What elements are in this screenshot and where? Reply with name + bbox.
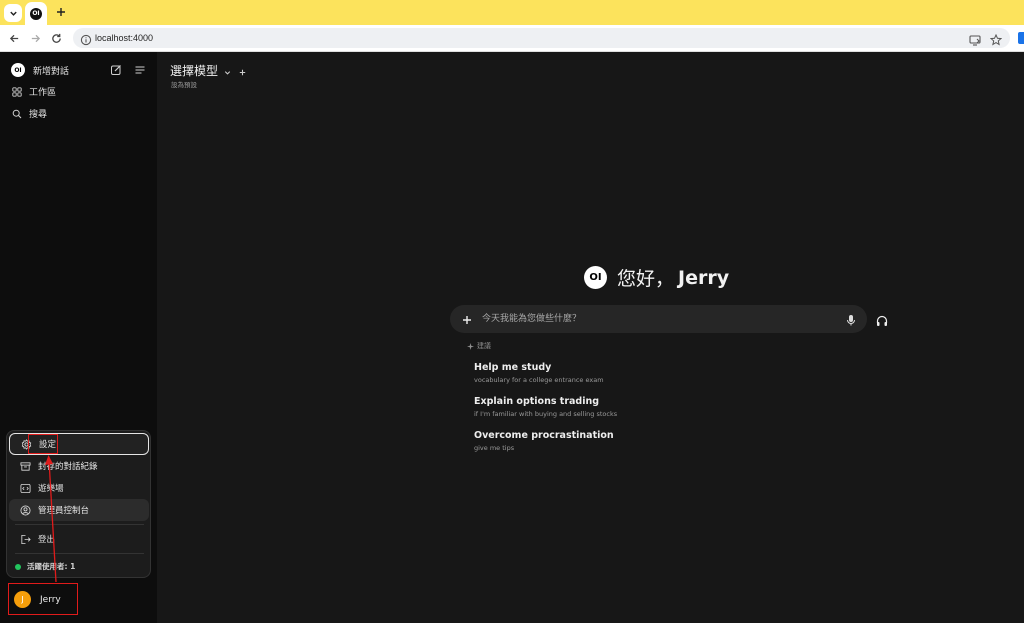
- annotation-settings-highlight: [28, 434, 58, 454]
- suggestion-title: Explain options trading: [474, 396, 600, 407]
- model-selector-label: 選擇模型: [170, 64, 219, 78]
- search-icon: [12, 109, 22, 119]
- suggested-label: 建議: [477, 342, 491, 350]
- browser-tab[interactable]: OI: [25, 2, 47, 25]
- workspace-grid-icon: [12, 86, 22, 97]
- suggestion-subtitle: if I'm familiar with buying and selling …: [474, 410, 618, 418]
- archive-box-icon: [19, 460, 31, 472]
- attach-plus-icon[interactable]: [460, 312, 474, 326]
- admin-label: 管理員控制台: [38, 506, 90, 516]
- url-text: localhost:4000: [95, 33, 154, 43]
- chat-input-placeholder: 今天我能為您做些什麼？: [482, 314, 582, 324]
- new-chat-button[interactable]: OI 新增對話: [11, 63, 69, 77]
- active-users-status: 活躍使用者: 1: [15, 561, 75, 572]
- greeting-name: Jerry: [678, 266, 730, 289]
- model-selector[interactable]: 選擇模型: [170, 62, 247, 79]
- headphones-icon[interactable]: [875, 313, 889, 327]
- address-bar[interactable]: localhost:4000: [73, 28, 1010, 48]
- sparkle-icon: [467, 342, 474, 350]
- browser-tab-bar: OI: [0, 0, 1024, 25]
- edit-compose-icon[interactable]: [109, 63, 123, 77]
- menu-item-playground[interactable]: 遊樂場: [9, 477, 149, 499]
- greeting: OI 您好， Jerry: [584, 264, 729, 291]
- suggestion-item[interactable]: Help me study vocabulary for a college e…: [474, 362, 604, 384]
- logout-icon: [19, 533, 31, 545]
- menu-item-admin-panel[interactable]: 管理員控制台: [9, 499, 149, 521]
- menu-divider: [15, 524, 144, 525]
- greeting-text: 您好，: [617, 268, 675, 290]
- forward-arrow-icon[interactable]: [26, 29, 44, 47]
- suggestion-item[interactable]: Overcome procrastination give me tips: [474, 430, 614, 452]
- code-window-icon: [19, 482, 31, 494]
- suggestion-title: Help me study: [474, 362, 552, 373]
- greeting-logo-icon: OI: [584, 266, 607, 289]
- set-default-link[interactable]: 設為預設: [171, 79, 197, 89]
- microphone-icon[interactable]: [844, 312, 858, 326]
- app-logo-icon: OI: [11, 63, 25, 77]
- suggested-header: 建議: [467, 341, 491, 351]
- chat-input[interactable]: 今天我能為您做些什麼？: [450, 305, 867, 333]
- archived-label: 封存的對話紀錄: [38, 462, 98, 472]
- extension-icon[interactable]: [1018, 32, 1024, 44]
- bookmark-star-icon[interactable]: [989, 31, 1004, 46]
- user-circle-icon: [19, 504, 31, 516]
- menu-divider: [15, 553, 144, 554]
- back-arrow-icon[interactable]: [5, 29, 23, 47]
- annotation-user-highlight: [8, 583, 78, 615]
- site-info-icon[interactable]: [80, 31, 94, 46]
- browser-toolbar: localhost:4000: [0, 25, 1024, 52]
- suggestion-item[interactable]: Explain options trading if I'm familiar …: [474, 396, 617, 418]
- sidebar-item-workspace[interactable]: 工作區: [12, 85, 56, 98]
- menu-item-archived-chats[interactable]: 封存的對話紀錄: [9, 455, 149, 477]
- logout-label: 登出: [38, 535, 56, 545]
- active-users-label: 活躍使用者: 1: [27, 562, 76, 571]
- suggestion-subtitle: vocabulary for a college entrance exam: [474, 376, 604, 384]
- chevron-down-icon: [223, 66, 232, 75]
- tab-favicon-icon: OI: [30, 7, 42, 20]
- search-label: 搜尋: [29, 110, 48, 120]
- main-panel: 選擇模型 設為預設 OI 您好， Jerry 今天我能為您做些什麼？ 建議 He…: [157, 52, 1024, 623]
- sidebar-item-search[interactable]: 搜尋: [12, 107, 47, 120]
- suggestion-title: Overcome procrastination: [474, 430, 614, 441]
- playground-label: 遊樂場: [38, 484, 64, 494]
- workspace-label: 工作區: [29, 88, 57, 98]
- new-tab-plus-icon[interactable]: [53, 4, 69, 20]
- add-model-plus-icon[interactable]: [238, 66, 247, 76]
- online-dot-icon: [15, 563, 21, 570]
- menu-item-logout[interactable]: 登出: [9, 528, 149, 550]
- suggestion-subtitle: give me tips: [474, 444, 515, 452]
- new-chat-label: 新增對話: [33, 66, 70, 77]
- install-app-icon[interactable]: [969, 31, 983, 46]
- sidebar-toggle-menu-icon[interactable]: [133, 63, 147, 77]
- tab-list-chevron-icon[interactable]: [4, 4, 22, 22]
- reload-icon[interactable]: [47, 29, 65, 47]
